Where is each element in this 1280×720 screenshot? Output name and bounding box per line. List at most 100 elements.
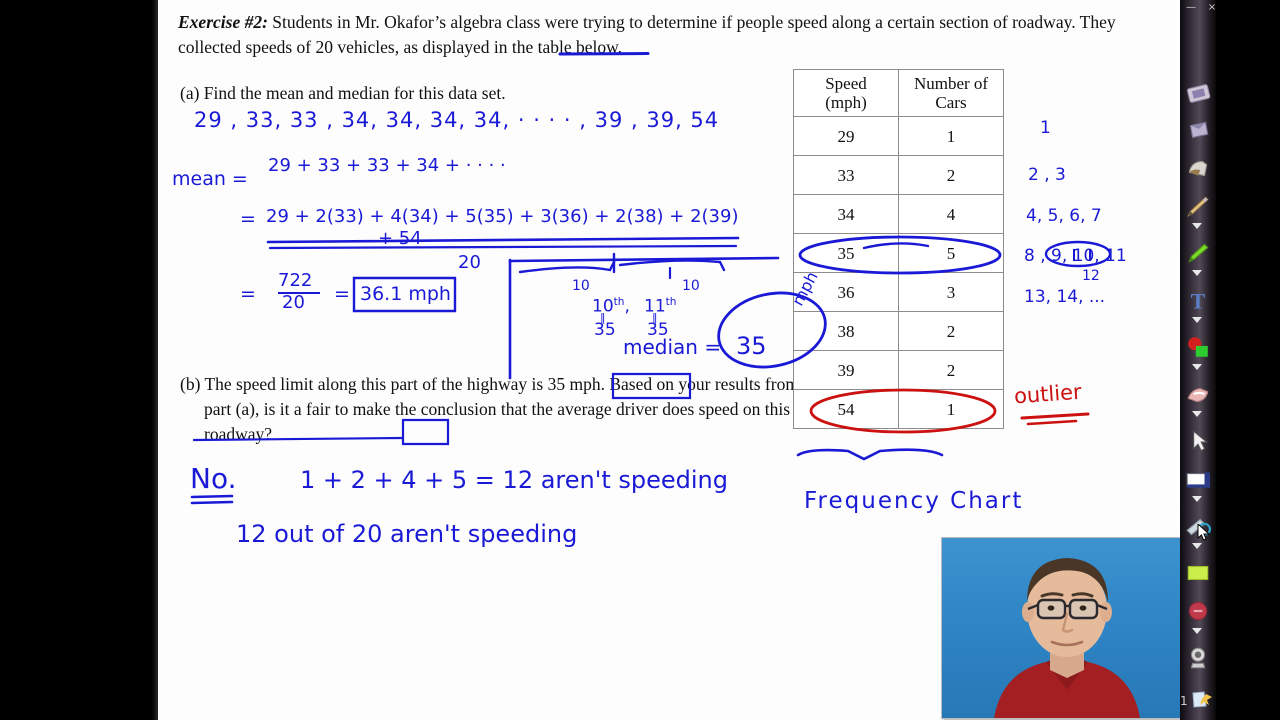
eraser-icon[interactable] <box>1185 381 1211 407</box>
webcam-overlay[interactable] <box>941 537 1193 719</box>
toolbar-window-controls: — × <box>1180 0 1280 16</box>
chevron-down-icon[interactable] <box>1192 364 1204 372</box>
table-row: 36 3 <box>793 272 1004 312</box>
page-number: 1 <box>1180 694 1188 708</box>
cell-cars: 1 <box>898 116 1004 156</box>
color-swatch-icon[interactable] <box>1185 334 1211 360</box>
hw-mean-numerator-1: 29 + 33 + 33 + 34 + · · · · <box>268 155 506 176</box>
worksheet-page: Exercise #2: Students in Mr. Okafor’s al… <box>158 0 1193 720</box>
question-part-b: (b) The speed limit along this part of t… <box>180 372 824 447</box>
chevron-down-icon[interactable] <box>1192 543 1204 551</box>
text-tool-icon[interactable]: T <box>1185 287 1211 313</box>
cell-speed: 39 <box>793 350 899 390</box>
mouse-cursor <box>1197 522 1211 542</box>
camera-icon[interactable] <box>1185 645 1211 671</box>
record-icon[interactable] <box>1185 598 1211 624</box>
toolbar-button-highlighter[interactable] <box>1180 236 1216 270</box>
hw-median-label: median = <box>623 335 722 359</box>
toolbar-button-screen-shade[interactable] <box>1180 462 1216 496</box>
minimize-icon[interactable]: — <box>1184 2 1198 13</box>
toolbar-button-pen[interactable] <box>1180 189 1216 223</box>
pen-icon[interactable] <box>1185 193 1211 219</box>
part-b-text-post: . Based on <box>600 374 675 394</box>
part-b-speed-limit: 35 mph <box>547 374 601 394</box>
outlier-underline-2 <box>1026 419 1078 426</box>
chevron-down-icon[interactable] <box>1192 628 1204 636</box>
page-curl-icon[interactable] <box>1185 155 1211 181</box>
hw-median-right-count: 10 <box>682 278 700 294</box>
hw-median-left-count: 10 <box>572 278 590 294</box>
toolbar-button-color-swatch[interactable] <box>1180 330 1216 364</box>
outlier-underline <box>1020 412 1090 420</box>
screen-shade-icon[interactable] <box>1185 466 1211 492</box>
chevron-down-icon[interactable] <box>1192 270 1204 278</box>
fill-color-icon[interactable] <box>1185 560 1211 586</box>
person-ear-right <box>1100 602 1112 622</box>
hw-median-pos-comma: , <box>624 296 630 317</box>
hw-median-val-left: 35 <box>594 320 616 340</box>
cell-speed: 33 <box>793 155 899 195</box>
hw-fraction-denominator: 20 <box>282 292 305 313</box>
cursor-arrow-icon <box>1197 522 1211 541</box>
hw-position-row-1: 1 <box>1040 118 1051 138</box>
frequency-chart-brace <box>796 448 944 461</box>
toolbar-button-capture[interactable] <box>1180 75 1216 109</box>
hw-median-equals-right: ‖ <box>652 311 658 324</box>
hw-position-row-2: 2 , 3 <box>1028 165 1066 185</box>
hw-median-answer: 35 <box>736 332 767 360</box>
median-right-brace <box>618 259 726 272</box>
page-sort-icon[interactable] <box>1191 690 1213 710</box>
select-arrow-icon[interactable] <box>1185 428 1211 454</box>
hw-data-list: 29 , 33, 33 , 34, 34, 34, 34, · · · · , … <box>194 108 720 132</box>
table-row: 54 1 <box>793 389 1004 429</box>
hw-median-val-right: 35 <box>647 320 669 340</box>
cell-cars: 2 <box>898 155 1004 195</box>
cell-speed: 29 <box>793 116 899 156</box>
hw-median-pos-11-sup: th <box>665 296 677 308</box>
person-eye-left <box>1047 605 1055 611</box>
chevron-down-icon[interactable] <box>1192 411 1204 419</box>
toolbar-button-fill-color[interactable] <box>1180 556 1216 590</box>
cell-cars: 4 <box>898 194 1004 234</box>
hw-answer-no: No. <box>190 462 237 495</box>
screen-root: Exercise #2: Students in Mr. Okafor’s al… <box>0 0 1280 720</box>
mean-fraction-bar-2 <box>268 244 738 250</box>
toolbar-button-select-arrow[interactable] <box>1180 424 1216 458</box>
median-left-brace <box>518 260 616 274</box>
shapes-icon[interactable] <box>1185 117 1211 143</box>
table-row: 38 2 <box>793 311 1004 351</box>
close-icon[interactable]: × <box>1205 2 1219 13</box>
toolbar-button-record[interactable] <box>1180 594 1216 628</box>
toolbar-button-camera[interactable] <box>1180 641 1216 675</box>
chevron-down-icon[interactable] <box>1192 496 1204 504</box>
toolbar-button-shapes[interactable] <box>1180 113 1216 147</box>
hw-answer-line1: 1 + 2 + 4 + 5 = 12 aren't speeding <box>300 466 728 494</box>
chevron-down-icon[interactable] <box>1192 223 1204 231</box>
table-header-row: Speed (mph) Number of Cars <box>793 69 1004 117</box>
table-row: 39 2 <box>793 350 1004 390</box>
table-row: 33 2 <box>793 155 1004 195</box>
svg-text:T: T <box>1191 290 1206 313</box>
hw-median-pos-10-num: 10 <box>592 296 614 317</box>
toolbar-button-page-curl[interactable] <box>1180 151 1216 185</box>
cell-cars: 3 <box>898 272 1004 312</box>
person-ear-left <box>1022 602 1034 622</box>
highlighter-icon[interactable] <box>1185 240 1211 266</box>
hw-mean-answer: 36.1 mph <box>360 283 451 305</box>
toolbar-button-eraser[interactable] <box>1180 377 1216 411</box>
hw-position-row-4: 8 , 9, 10, 11 <box>1024 246 1127 266</box>
capture-icon[interactable] <box>1185 79 1211 105</box>
hw-median-pos-11: 11th <box>644 296 676 317</box>
hw-median-pos-10-sup: th <box>613 296 625 308</box>
header-cars: Number of Cars <box>898 69 1004 117</box>
hw-position-row-6: 13, 14, ... <box>1024 287 1106 307</box>
hw-median-pos-10: 10th, <box>592 296 630 317</box>
toolbar-button-text-tool[interactable]: T <box>1180 283 1216 317</box>
chevron-down-icon[interactable] <box>1192 317 1204 325</box>
part-b-line3-pre: average driver <box>557 399 658 419</box>
hw-answer-line2: 12 out of 20 aren't speeding <box>236 520 578 548</box>
hw-frequency-chart-label: Frequency Chart <box>804 488 1024 514</box>
hw-eq-1: = <box>240 208 256 230</box>
hw-eq-3: = <box>334 283 350 305</box>
page-indicator[interactable]: 1 <box>1180 690 1220 716</box>
